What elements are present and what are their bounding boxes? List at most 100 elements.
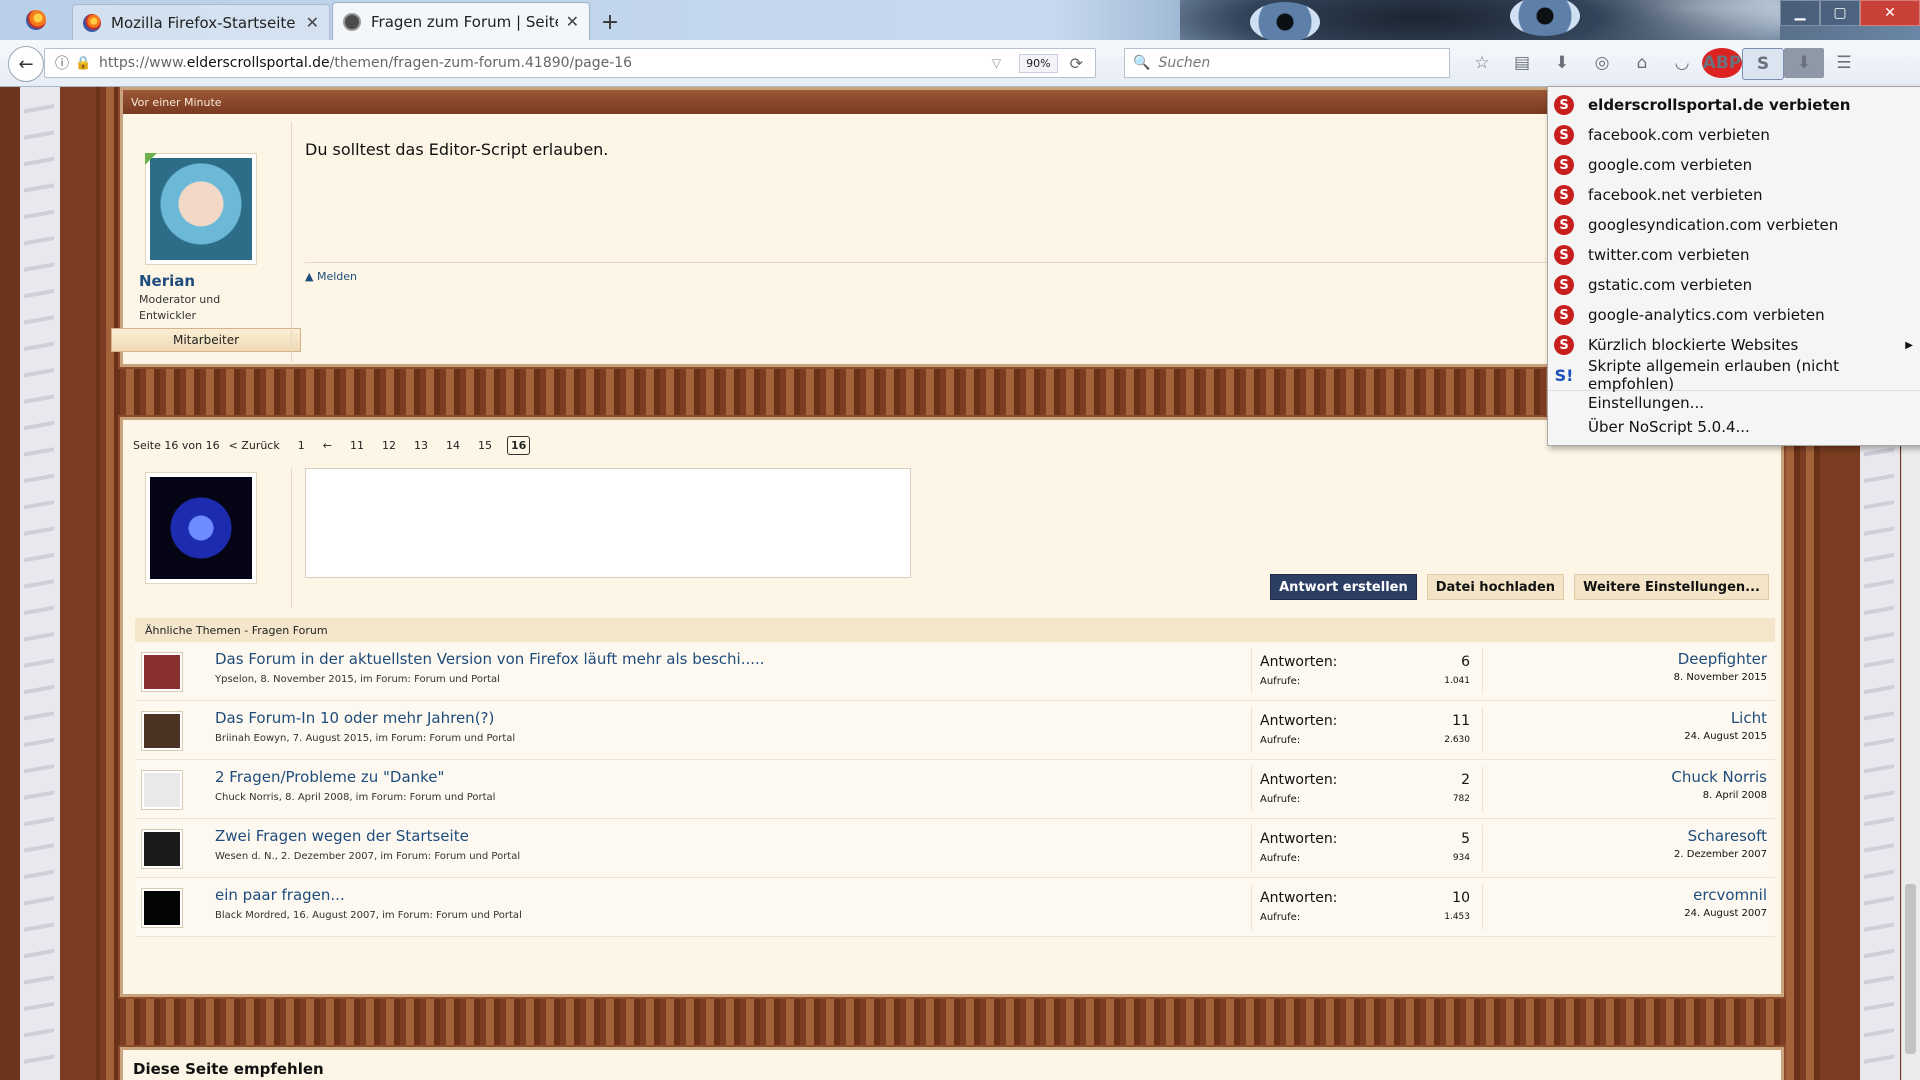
pocket-icon[interactable]: ◡ — [1662, 48, 1702, 78]
home-icon[interactable]: ⌂ — [1622, 48, 1662, 78]
page-jump[interactable]: ← — [320, 437, 335, 454]
page-link[interactable]: 12 — [379, 437, 399, 454]
url-dropdown-icon[interactable]: ▽ — [992, 56, 1001, 70]
settings-item[interactable]: Einstellungen... — [1548, 391, 1920, 415]
allow-all-item[interactable]: S! Skripte allgemein erlauben (nicht emp… — [1548, 357, 1920, 393]
last-post-user[interactable]: Deepfighter — [1674, 650, 1767, 668]
noscript-forbid-item[interactable]: Sgooglesyndication.com verbieten — [1548, 210, 1920, 240]
window-close-icon[interactable]: ✕ — [1860, 0, 1920, 26]
noscript-forbid-item[interactable]: Sfacebook.com verbieten — [1548, 120, 1920, 150]
last-post-user[interactable]: Chuck Norris — [1671, 768, 1767, 786]
my-avatar[interactable] — [145, 472, 257, 584]
back-button[interactable]: ← — [8, 46, 44, 82]
arrow-left-icon: ← — [18, 53, 34, 75]
page-link[interactable]: 14 — [443, 437, 463, 454]
thread-meta: Ypselon, 8. November 2015, im Forum: For… — [215, 674, 500, 685]
replies-count: 2 — [1461, 772, 1470, 788]
replies-label: Antworten: — [1260, 654, 1338, 670]
views-label: Aufrufe: — [1260, 735, 1301, 746]
menu-item-label: facebook.com verbieten — [1588, 126, 1770, 144]
last-post-user[interactable]: Scharesoft — [1674, 827, 1767, 845]
noscript-button[interactable]: S — [1742, 48, 1784, 80]
views-count: 782 — [1452, 794, 1470, 804]
zoom-indicator[interactable]: 90% — [1019, 53, 1058, 73]
noscript-icon: S — [1554, 335, 1574, 355]
replies-count: 5 — [1461, 831, 1470, 847]
upload-file-button[interactable]: Datei hochladen — [1426, 574, 1565, 600]
noscript-allow-icon: S! — [1554, 365, 1574, 385]
thread-title[interactable]: Das Forum-In 10 oder mehr Jahren(?) — [215, 709, 494, 727]
more-options-button[interactable]: Weitere Einstellungen... — [1574, 574, 1769, 600]
reload-icon[interactable]: ⟳ — [1070, 54, 1083, 73]
page-link[interactable]: 11 — [347, 437, 367, 454]
recently-blocked-item[interactable]: S Kürzlich blockierte Websites ▶ — [1548, 330, 1920, 360]
search-input[interactable]: 🔍 Suchen — [1124, 48, 1450, 78]
views-label: Aufrufe: — [1260, 912, 1301, 923]
noscript-forbid-item[interactable]: Sgoogle.com verbieten — [1548, 150, 1920, 180]
bookmarks-list-icon[interactable]: ▤ — [1502, 48, 1542, 78]
maximize-icon[interactable]: ▢ — [1820, 0, 1860, 26]
noscript-icon: S — [1554, 95, 1574, 115]
pagination-prev[interactable]: < Zurück — [226, 437, 283, 454]
noscript-forbid-item[interactable]: Sfacebook.net verbieten — [1548, 180, 1920, 210]
noscript-icon: S — [1554, 155, 1574, 175]
close-tab-icon[interactable]: ✕ — [566, 12, 579, 31]
bookmark-star-icon[interactable]: ☆ — [1462, 48, 1502, 78]
thread-title[interactable]: ein paar fragen... — [215, 886, 345, 904]
thread-meta: Black Mordred, 16. August 2007, im Forum… — [215, 910, 522, 921]
views-count: 1.453 — [1444, 912, 1470, 922]
thread-stats: Antworten: 10 Aufrufe: 1.453 — [1251, 884, 1483, 930]
similar-threads-header: Ähnliche Themen - Fragen Forum — [135, 618, 1775, 642]
download-button[interactable]: ⬇ — [1784, 48, 1824, 78]
thread-title[interactable]: Zwei Fragen wegen der Startseite — [215, 827, 469, 845]
hamburger-menu-icon[interactable]: ☰ — [1824, 48, 1864, 78]
site-favicon-icon — [343, 12, 361, 31]
last-post-user[interactable]: Licht — [1684, 709, 1767, 727]
thread-title[interactable]: 2 Fragen/Probleme zu "Danke" — [215, 768, 444, 786]
replies-count: 11 — [1452, 713, 1470, 729]
scrollbar-thumb[interactable] — [1905, 884, 1916, 1054]
lock-icon: 🔒 — [75, 55, 92, 71]
noscript-forbid-item[interactable]: Stwitter.com verbieten — [1548, 240, 1920, 270]
thread-avatar[interactable] — [141, 711, 183, 751]
avatar[interactable] — [145, 153, 257, 265]
menu-item-label: gstatic.com verbieten — [1588, 276, 1753, 294]
thread-avatar[interactable] — [141, 829, 183, 869]
staff-badge: Mitarbeiter — [111, 328, 301, 352]
minimize-icon[interactable]: ▁ — [1780, 0, 1820, 26]
url-bar[interactable]: ⓘ 🔒 https://www.elderscrollsportal.de/th… — [44, 48, 1096, 78]
noscript-forbid-item[interactable]: Sgstatic.com verbieten — [1548, 270, 1920, 300]
close-tab-icon[interactable]: ✕ — [306, 13, 319, 32]
new-tab-button[interactable]: + — [592, 4, 628, 40]
thread-avatar[interactable] — [141, 888, 183, 928]
last-post-user[interactable]: ercvomnil — [1684, 886, 1767, 904]
submit-reply-button[interactable]: Antwort erstellen — [1270, 574, 1417, 600]
thread-avatar[interactable] — [141, 652, 183, 692]
downloads-arrow-icon[interactable]: ⬇ — [1542, 48, 1582, 78]
reply-editor[interactable] — [305, 468, 911, 578]
author-name[interactable]: Nerian — [139, 272, 195, 290]
page-link[interactable]: 15 — [475, 437, 495, 454]
report-link[interactable]: ▲ Melden — [305, 270, 357, 283]
online-indicator-icon — [145, 153, 157, 165]
noscript-forbid-item[interactable]: Sgoogle-analytics.com verbieten — [1548, 300, 1920, 330]
page-link[interactable]: 1 — [295, 437, 308, 454]
thread-stats: Antworten: 6 Aufrufe: 1.041 — [1251, 648, 1483, 694]
tab-forum-page[interactable]: Fragen zum Forum | Seite 16 ✕ — [332, 2, 590, 40]
adblock-button[interactable]: ABP — [1702, 48, 1742, 78]
theme-cat-eye — [1510, 0, 1580, 36]
info-icon[interactable]: ⓘ — [55, 53, 75, 73]
replies-label: Antworten: — [1260, 772, 1338, 788]
noscript-forbid-item[interactable]: Selderscrollsportal.de verbieten — [1548, 90, 1920, 120]
firefox-menu-icon[interactable] — [0, 0, 72, 40]
menu-item-label: Kürzlich blockierte Websites — [1588, 336, 1799, 354]
url-text[interactable]: https://www.elderscrollsportal.de/themen… — [99, 55, 992, 71]
page-link[interactable]: 13 — [411, 437, 431, 454]
about-item[interactable]: Über NoScript 5.0.4... — [1548, 415, 1920, 439]
thread-avatar[interactable] — [141, 770, 183, 810]
sync-icon[interactable]: ◎ — [1582, 48, 1622, 78]
replies-count: 10 — [1452, 890, 1470, 906]
thread-title[interactable]: Das Forum in der aktuellsten Version von… — [215, 650, 765, 668]
author-title: Moderator und Entwickler — [139, 293, 221, 322]
tab-firefox-start[interactable]: Mozilla Firefox-Startseite ✕ — [72, 4, 330, 40]
